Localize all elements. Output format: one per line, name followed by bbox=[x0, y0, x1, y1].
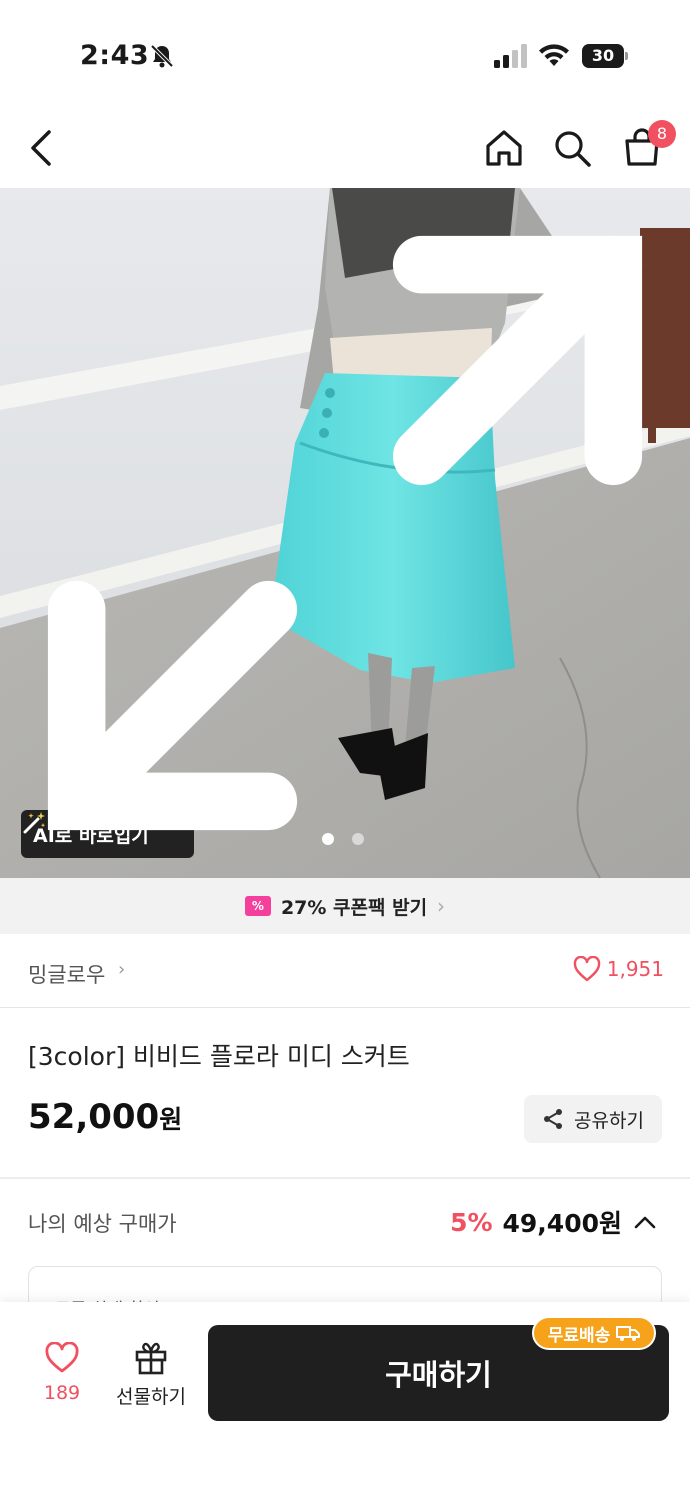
brand-row: 밍글로우 › 1,951 bbox=[0, 934, 690, 1008]
chevron-right-icon: › bbox=[437, 894, 446, 918]
top-nav bbox=[0, 100, 690, 188]
status-time: 2:43 bbox=[80, 40, 150, 71]
brand-like-count: 1,951 bbox=[606, 957, 664, 981]
free-shipping-badge: 무료배송 bbox=[532, 1316, 656, 1350]
bottom-action-bar: 189 선물하기 구매하기 무료배송 bbox=[0, 1302, 690, 1500]
back-arrow-icon[interactable] bbox=[22, 126, 66, 170]
battery-level: 30 bbox=[582, 44, 624, 68]
coupon-icon: % bbox=[244, 896, 271, 916]
cart-count-badge: 8 bbox=[648, 120, 676, 148]
heart-icon bbox=[45, 1342, 79, 1373]
product-image[interactable]: AI로 바로입기 bbox=[0, 188, 690, 878]
fullscreen-expand-icon[interactable] bbox=[0, 188, 690, 878]
estimated-price-label: 나의 예상 구매가 bbox=[28, 1212, 177, 1236]
free-shipping-label: 무료배송 bbox=[547, 1325, 611, 1346]
estimated-price: 49,400원 bbox=[502, 1209, 622, 1238]
gift-label: 선물하기 bbox=[116, 1386, 186, 1408]
bell-off-icon bbox=[150, 44, 174, 68]
share-icon bbox=[544, 1109, 563, 1129]
share-label: 공유하기 bbox=[574, 1109, 644, 1132]
section-divider bbox=[0, 1177, 690, 1179]
share-button[interactable]: 공유하기 bbox=[524, 1095, 662, 1143]
gift-icon bbox=[135, 1342, 167, 1375]
wish-count: 189 bbox=[43, 1382, 81, 1404]
brand-like-button[interactable]: 1,951 bbox=[573, 956, 664, 982]
coupon-label: 27% 쿠폰팩 받기 bbox=[280, 896, 428, 919]
coupon-banner[interactable]: % 27% 쿠폰팩 받기 › bbox=[0, 878, 690, 934]
product-title: [3color] 비비드 플로라 미디 스커트 bbox=[28, 1042, 410, 1071]
gift-button[interactable]: 선물하기 bbox=[110, 1340, 192, 1409]
price-amount: 52,000 bbox=[28, 1097, 160, 1137]
status-bar: 2:43 30 bbox=[0, 0, 690, 100]
product-price: 52,000원 bbox=[28, 1097, 182, 1137]
brand-name-link[interactable]: 밍글로우 bbox=[28, 959, 105, 989]
wifi-icon bbox=[539, 44, 569, 66]
search-icon[interactable] bbox=[550, 126, 594, 170]
price-unit: 원 bbox=[159, 1105, 183, 1134]
chevron-up-icon bbox=[634, 1216, 656, 1229]
chevron-right-icon: › bbox=[118, 959, 126, 980]
estimated-price-toggle[interactable]: 5% 49,400원 bbox=[450, 1204, 658, 1240]
estimated-discount: 5% bbox=[450, 1207, 493, 1237]
battery-icon: 30 bbox=[582, 44, 628, 68]
home-icon[interactable] bbox=[482, 126, 526, 170]
heart-icon bbox=[573, 956, 600, 982]
truck-icon bbox=[616, 1326, 641, 1341]
signal-icon bbox=[494, 44, 527, 68]
wish-button[interactable]: 189 bbox=[30, 1342, 94, 1404]
